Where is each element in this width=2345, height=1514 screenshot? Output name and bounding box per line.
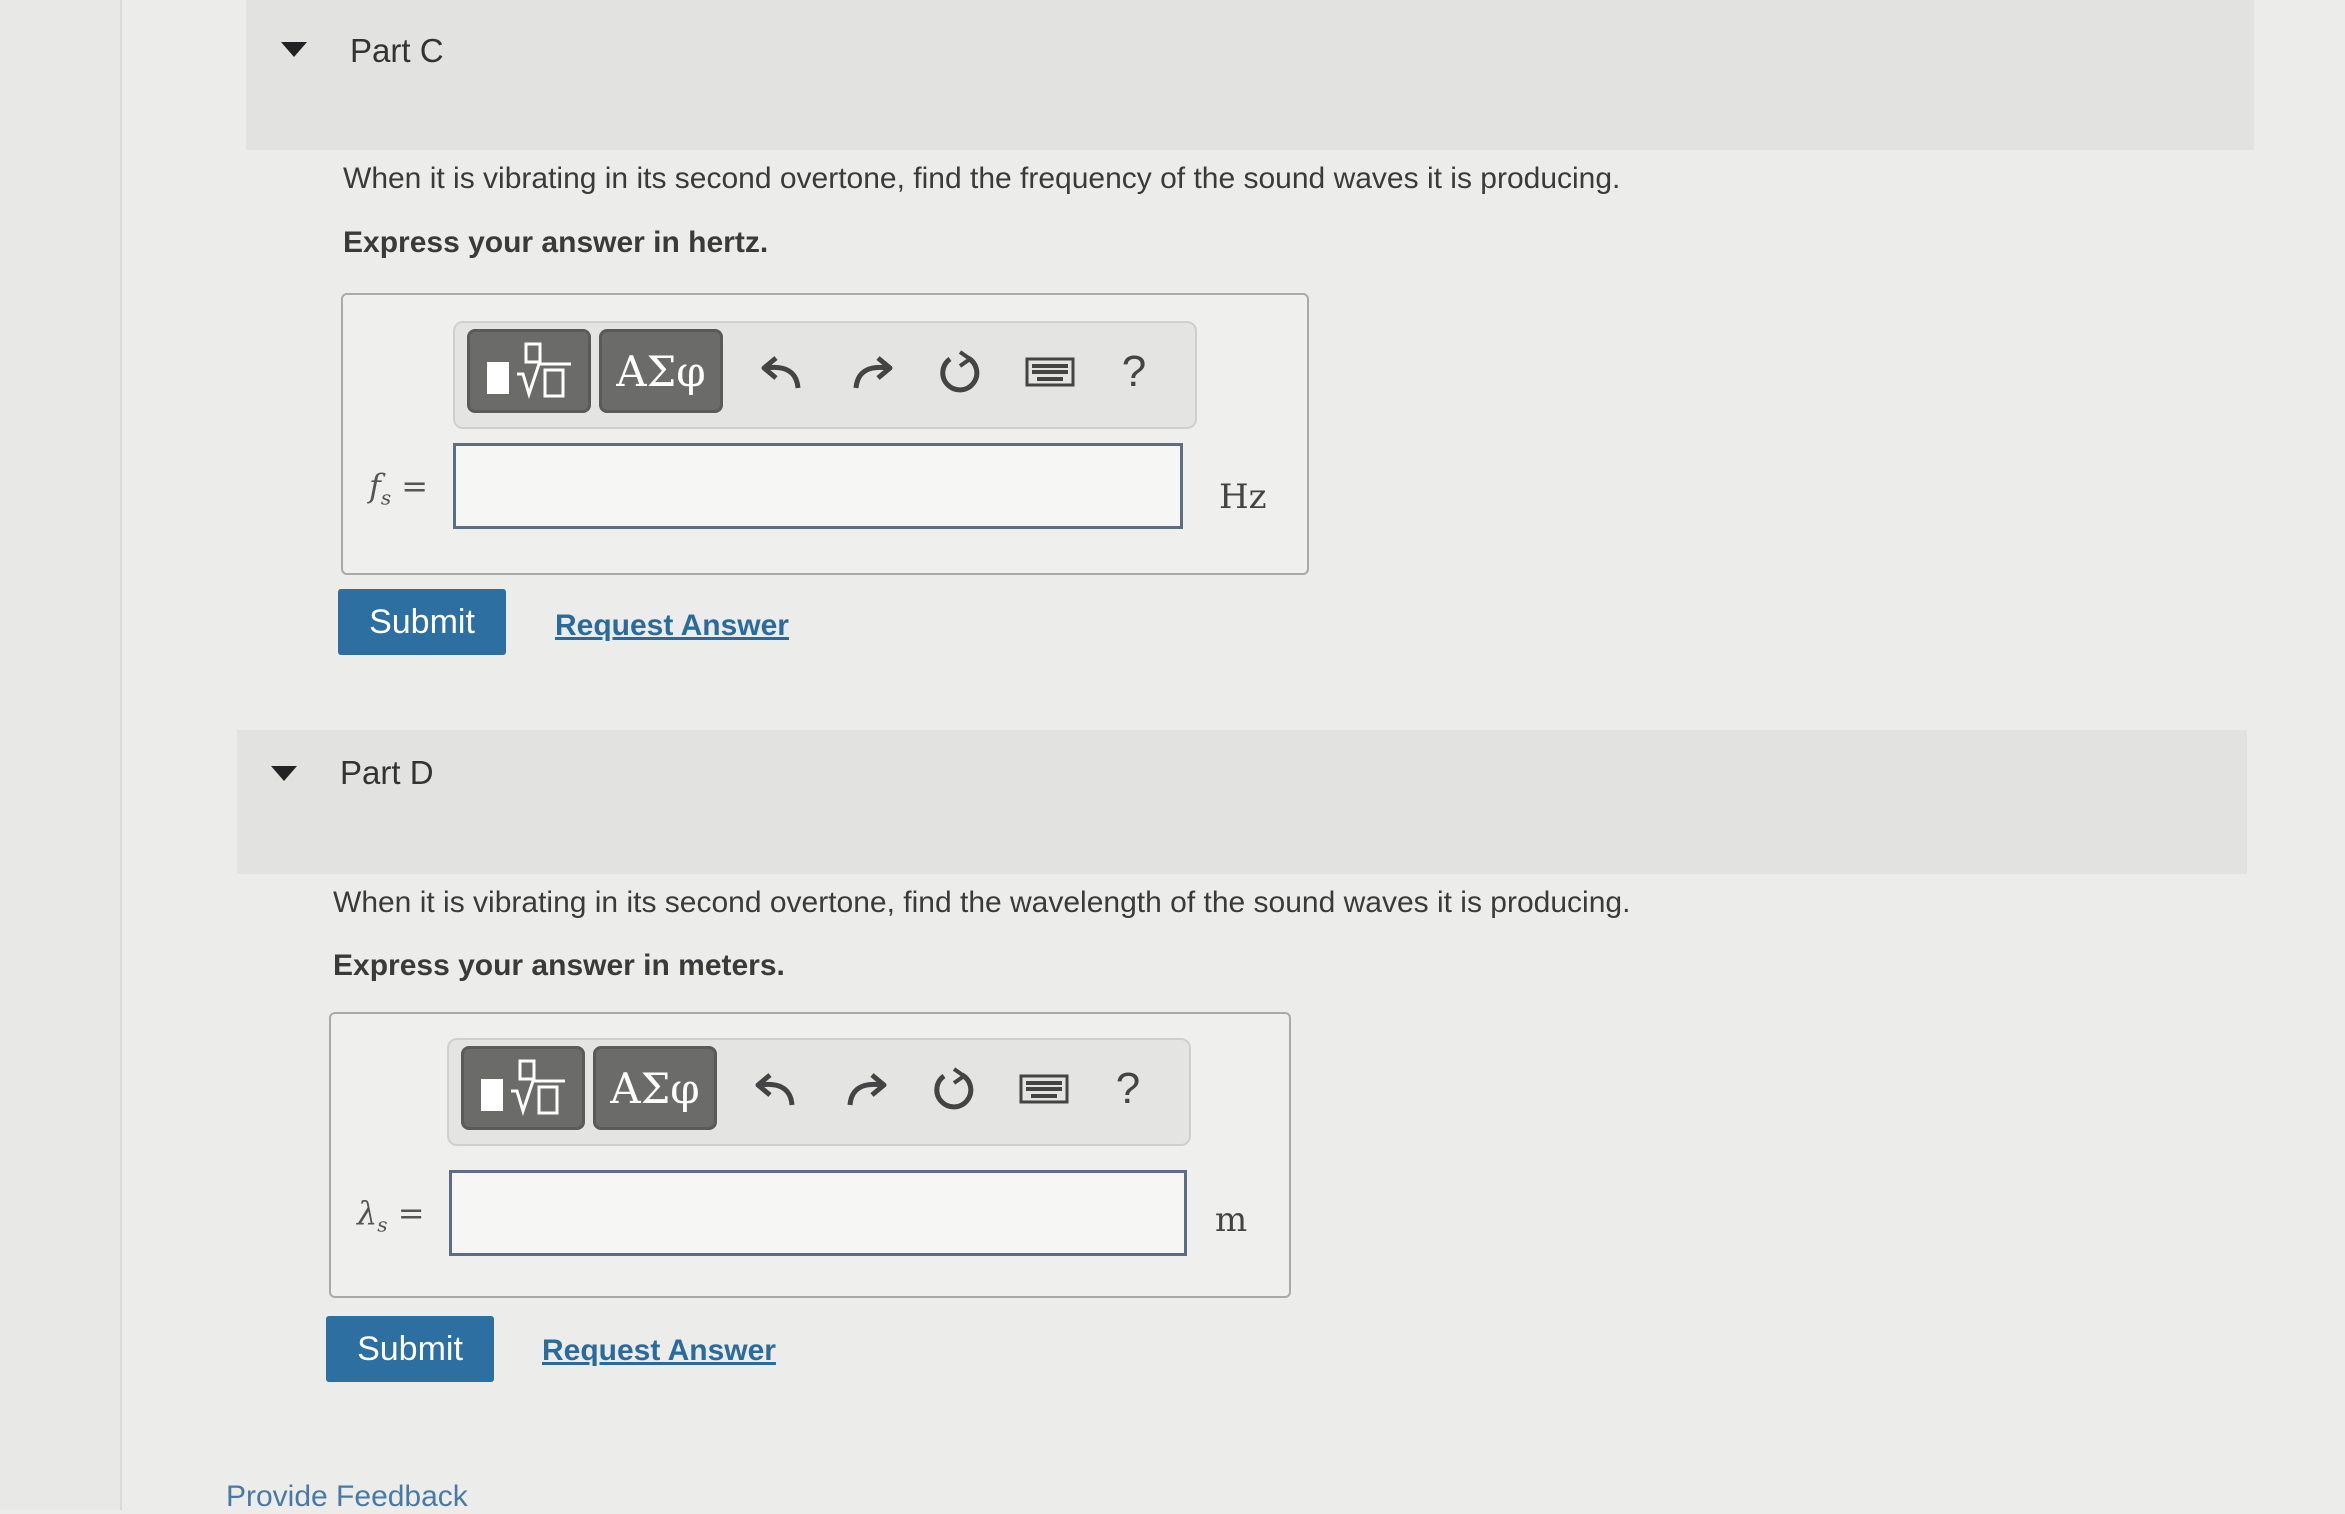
greek-symbols-button[interactable]: ΑΣφ <box>599 329 723 413</box>
part-d-instruction: Express your answer in meters. <box>333 949 785 982</box>
part-c-header[interactable]: Part C <box>246 0 2254 150</box>
template-button[interactable] <box>467 329 591 413</box>
part-c-variable-label: fs = <box>369 467 428 509</box>
left-rail <box>0 0 122 1510</box>
greek-symbols-button[interactable]: ΑΣφ <box>593 1046 717 1130</box>
part-d-variable-label: λs = <box>357 1194 425 1236</box>
provide-feedback-link[interactable]: Provide Feedback <box>226 1480 468 1514</box>
greek-symbols-label: ΑΣφ <box>616 346 706 396</box>
part-c-question: When it is vibrating in its second overt… <box>343 162 1621 195</box>
variable-subscript: s <box>377 1212 388 1237</box>
part-d-answer-box: ΑΣφ ? λs = m <box>329 1012 1291 1298</box>
reset-icon <box>934 1067 974 1110</box>
part-c-submit-button[interactable]: Submit <box>338 589 506 655</box>
part-c-instruction: Express your answer in hertz. <box>343 226 769 259</box>
undo-button[interactable] <box>741 1050 811 1128</box>
redo-icon <box>847 1073 887 1106</box>
reset-button[interactable] <box>919 1050 989 1128</box>
keyboard-icon <box>1019 1074 1069 1104</box>
greek-symbols-label: ΑΣφ <box>610 1063 700 1113</box>
template-icon <box>481 1059 565 1116</box>
redo-button[interactable] <box>831 1050 901 1128</box>
undo-icon <box>755 1073 795 1106</box>
part-c-answer-box: ΑΣφ ? fs = Hz <box>341 293 1309 575</box>
help-icon: ? <box>1115 1064 1141 1113</box>
part-c-answer-input[interactable] <box>453 443 1183 529</box>
redo-button[interactable] <box>837 333 907 411</box>
part-d-header[interactable]: Part D <box>237 730 2247 874</box>
part-d-math-toolbar: ΑΣφ ? <box>447 1038 1191 1146</box>
variable-base: f <box>369 467 381 505</box>
undo-button[interactable] <box>747 333 817 411</box>
template-icon <box>487 342 571 399</box>
keyboard-icon <box>1025 357 1075 387</box>
help-button[interactable]: ? <box>1099 333 1169 411</box>
reset-icon <box>940 350 980 393</box>
keyboard-button[interactable] <box>1015 333 1085 411</box>
part-d-unit: m <box>1215 1200 1248 1240</box>
caret-down-icon[interactable] <box>281 42 307 57</box>
undo-icon <box>761 356 801 389</box>
reset-button[interactable] <box>925 333 995 411</box>
redo-icon <box>853 356 893 389</box>
caret-down-icon[interactable] <box>271 766 297 781</box>
help-button[interactable]: ? <box>1093 1050 1163 1128</box>
equals-sign: = <box>397 1194 425 1232</box>
keyboard-button[interactable] <box>1009 1050 1079 1128</box>
help-icon: ? <box>1121 347 1147 396</box>
part-d-submit-button[interactable]: Submit <box>326 1316 494 1382</box>
part-d-title: Part D <box>340 754 434 791</box>
template-button[interactable] <box>461 1046 585 1130</box>
part-d-answer-input[interactable] <box>449 1170 1187 1256</box>
part-c-unit: Hz <box>1219 477 1267 517</box>
part-c-request-answer-link[interactable]: Request Answer <box>555 609 789 643</box>
part-d-question: When it is vibrating in its second overt… <box>333 886 1631 919</box>
part-c-math-toolbar: ΑΣφ ? <box>453 321 1197 429</box>
part-c-title: Part C <box>350 32 444 69</box>
variable-base: λ <box>357 1194 378 1232</box>
part-d-request-answer-link[interactable]: Request Answer <box>542 1334 776 1368</box>
equals-sign: = <box>401 467 429 505</box>
variable-subscript: s <box>380 485 392 510</box>
